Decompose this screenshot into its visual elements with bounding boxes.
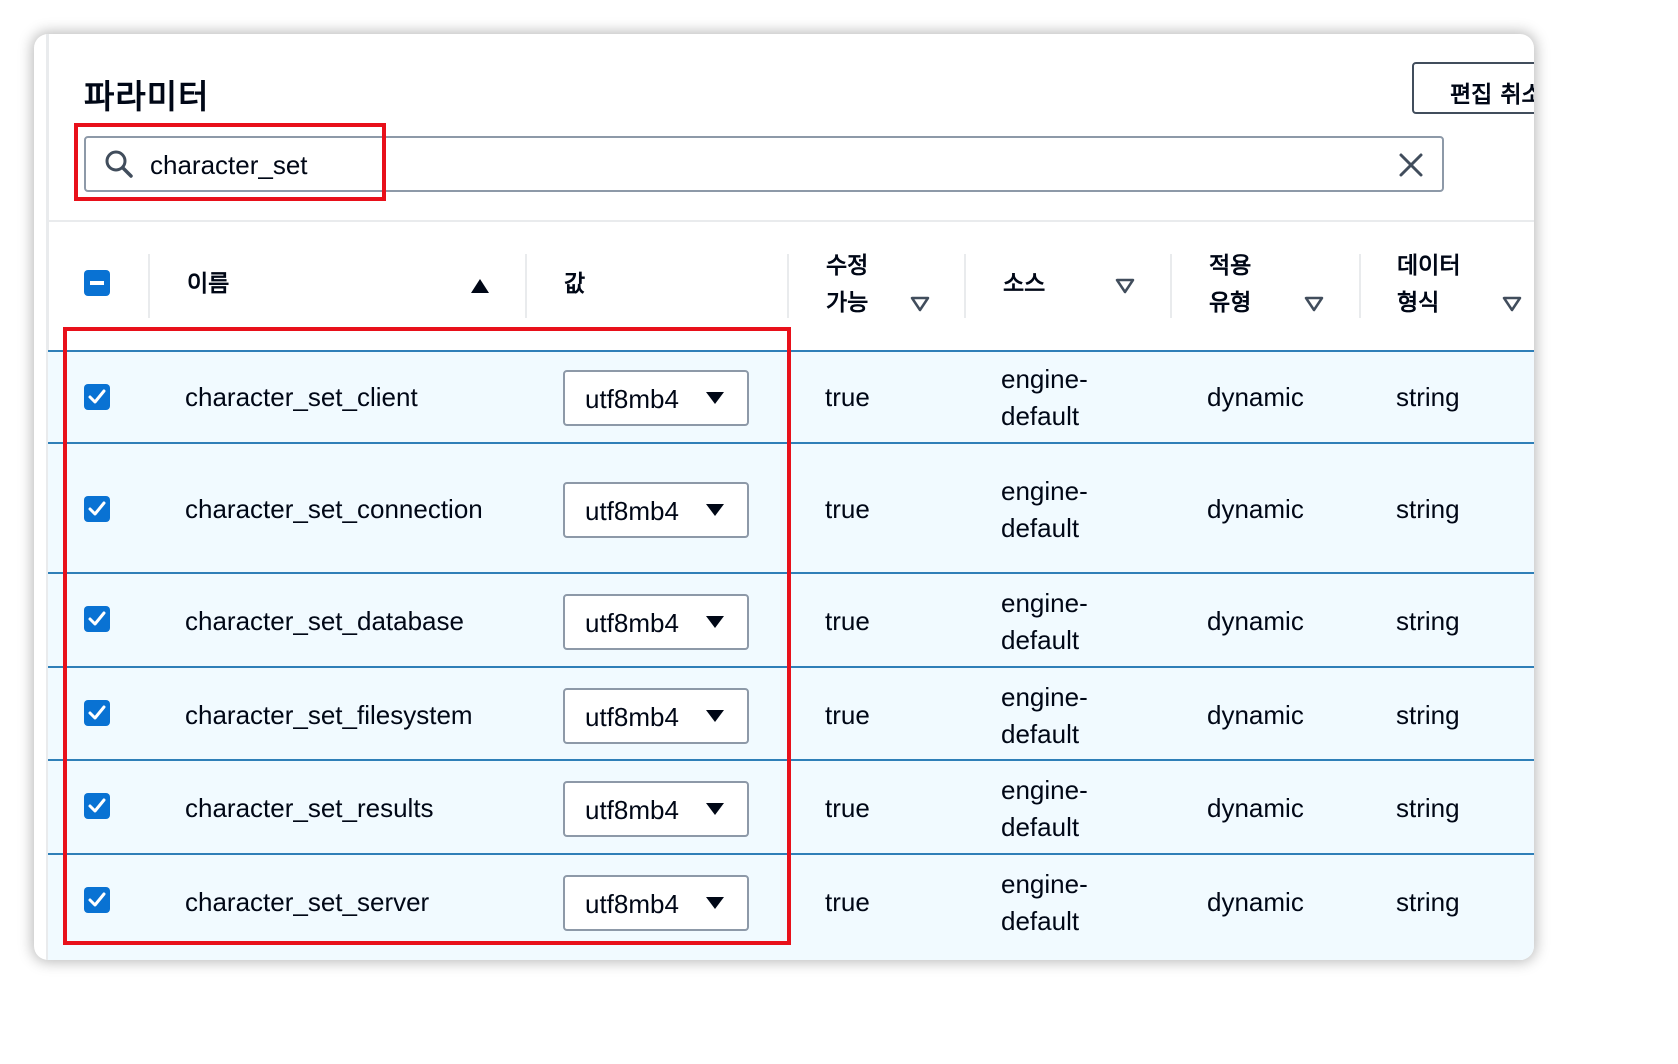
table-row[interactable]: character_set_server utf8mb4 true engine… [48, 855, 1534, 960]
checkmark-icon [88, 892, 106, 907]
table-row[interactable]: character_set_results utf8mb4 true engin… [48, 761, 1534, 855]
parameters-panel: 파라미터 편집 취소 이름 값 수정 가능 소스 적용 유형 데이터 형식 [34, 34, 1534, 960]
source-value: engine-default [1001, 682, 1088, 749]
value-select[interactable]: utf8mb4 [563, 688, 749, 744]
caret-down-icon [706, 616, 724, 628]
checkmark-icon [88, 611, 106, 626]
source-value: engine-default [1001, 364, 1088, 431]
source-value: engine-default [1001, 869, 1088, 936]
column-header-apply-type[interactable]: 적용 유형 [1209, 248, 1269, 322]
table-row[interactable]: character_set_database utf8mb4 true engi… [48, 574, 1534, 668]
column-header-value[interactable]: 값 [564, 266, 585, 303]
sort-ascending-icon[interactable] [470, 278, 490, 294]
column-divider [525, 254, 527, 318]
column-header-name[interactable]: 이름 [187, 266, 229, 303]
value-select-label: utf8mb4 [585, 889, 679, 919]
modifiable-value: true [825, 606, 870, 636]
search-icon [105, 150, 133, 178]
parameter-name: character_set_database [185, 606, 464, 636]
table-row[interactable]: character_set_client utf8mb4 true engine… [48, 352, 1534, 444]
row-checkbox[interactable] [84, 606, 110, 632]
value-select[interactable]: utf8mb4 [563, 370, 749, 426]
caret-down-icon [706, 392, 724, 404]
data-type-value: string [1396, 887, 1460, 917]
modifiable-value: true [825, 700, 870, 730]
value-select-label: utf8mb4 [585, 496, 679, 526]
caret-down-icon [706, 803, 724, 815]
column-divider [964, 254, 966, 318]
modifiable-value: true [825, 793, 870, 823]
data-type-value: string [1396, 793, 1460, 823]
modifiable-value: true [825, 887, 870, 917]
parameter-name: character_set_filesystem [185, 700, 473, 730]
checkmark-icon [88, 389, 106, 404]
table-row[interactable]: character_set_filesystem utf8mb4 true en… [48, 668, 1534, 761]
caret-down-icon [706, 710, 724, 722]
apply-type-value: dynamic [1207, 793, 1304, 823]
filter-icon[interactable] [1502, 296, 1522, 312]
apply-type-value: dynamic [1207, 382, 1304, 412]
checkmark-icon [88, 798, 106, 813]
value-select-label: utf8mb4 [585, 384, 679, 414]
edit-cancel-button[interactable]: 편집 취소 [1412, 62, 1534, 114]
row-checkbox[interactable] [84, 887, 110, 913]
row-checkbox[interactable] [84, 496, 110, 522]
value-select[interactable]: utf8mb4 [563, 781, 749, 837]
filter-icon[interactable] [1115, 278, 1135, 294]
checkmark-icon [88, 501, 106, 516]
data-type-value: string [1396, 700, 1460, 730]
value-select[interactable]: utf8mb4 [563, 594, 749, 650]
row-checkbox[interactable] [84, 793, 110, 819]
source-value: engine-default [1001, 588, 1088, 655]
filter-icon[interactable] [910, 296, 930, 312]
value-select[interactable]: utf8mb4 [563, 875, 749, 931]
apply-type-value: dynamic [1207, 494, 1304, 524]
table-row[interactable]: character_set_connection utf8mb4 true en… [48, 444, 1534, 574]
search-field[interactable] [84, 136, 1444, 192]
column-header-data-type[interactable]: 데이터 형식 [1397, 248, 1477, 322]
column-divider [1359, 254, 1361, 318]
filter-icon[interactable] [1304, 296, 1324, 312]
table-top-divider [48, 220, 1534, 222]
column-header-source[interactable]: 소스 [1003, 266, 1045, 303]
value-select[interactable]: utf8mb4 [563, 482, 749, 538]
row-checkbox[interactable] [84, 384, 110, 410]
column-divider [1170, 254, 1172, 318]
source-value: engine-default [1001, 775, 1088, 842]
caret-down-icon [706, 897, 724, 909]
source-value: engine-default [1001, 476, 1088, 543]
row-checkbox[interactable] [84, 700, 110, 726]
page-title: 파라미터 [84, 77, 210, 116]
data-type-value: string [1396, 494, 1460, 524]
search-input[interactable] [148, 146, 1352, 184]
apply-type-value: dynamic [1207, 606, 1304, 636]
select-all-checkbox[interactable] [84, 270, 110, 296]
column-header-modifiable[interactable]: 수정 가능 [826, 248, 886, 322]
checkmark-icon [88, 705, 106, 720]
column-divider [787, 254, 789, 318]
parameter-name: character_set_connection [185, 494, 483, 524]
close-icon[interactable] [1396, 150, 1426, 180]
caret-down-icon [706, 504, 724, 516]
apply-type-value: dynamic [1207, 887, 1304, 917]
data-type-value: string [1396, 606, 1460, 636]
parameter-name: character_set_client [185, 382, 418, 412]
value-select-label: utf8mb4 [585, 795, 679, 825]
column-divider [148, 254, 150, 318]
value-select-label: utf8mb4 [585, 608, 679, 638]
parameter-name: character_set_server [185, 887, 430, 917]
modifiable-value: true [825, 382, 870, 412]
value-select-label: utf8mb4 [585, 702, 679, 732]
data-type-value: string [1396, 382, 1460, 412]
parameter-name: character_set_results [185, 793, 434, 823]
apply-type-value: dynamic [1207, 700, 1304, 730]
modifiable-value: true [825, 494, 870, 524]
